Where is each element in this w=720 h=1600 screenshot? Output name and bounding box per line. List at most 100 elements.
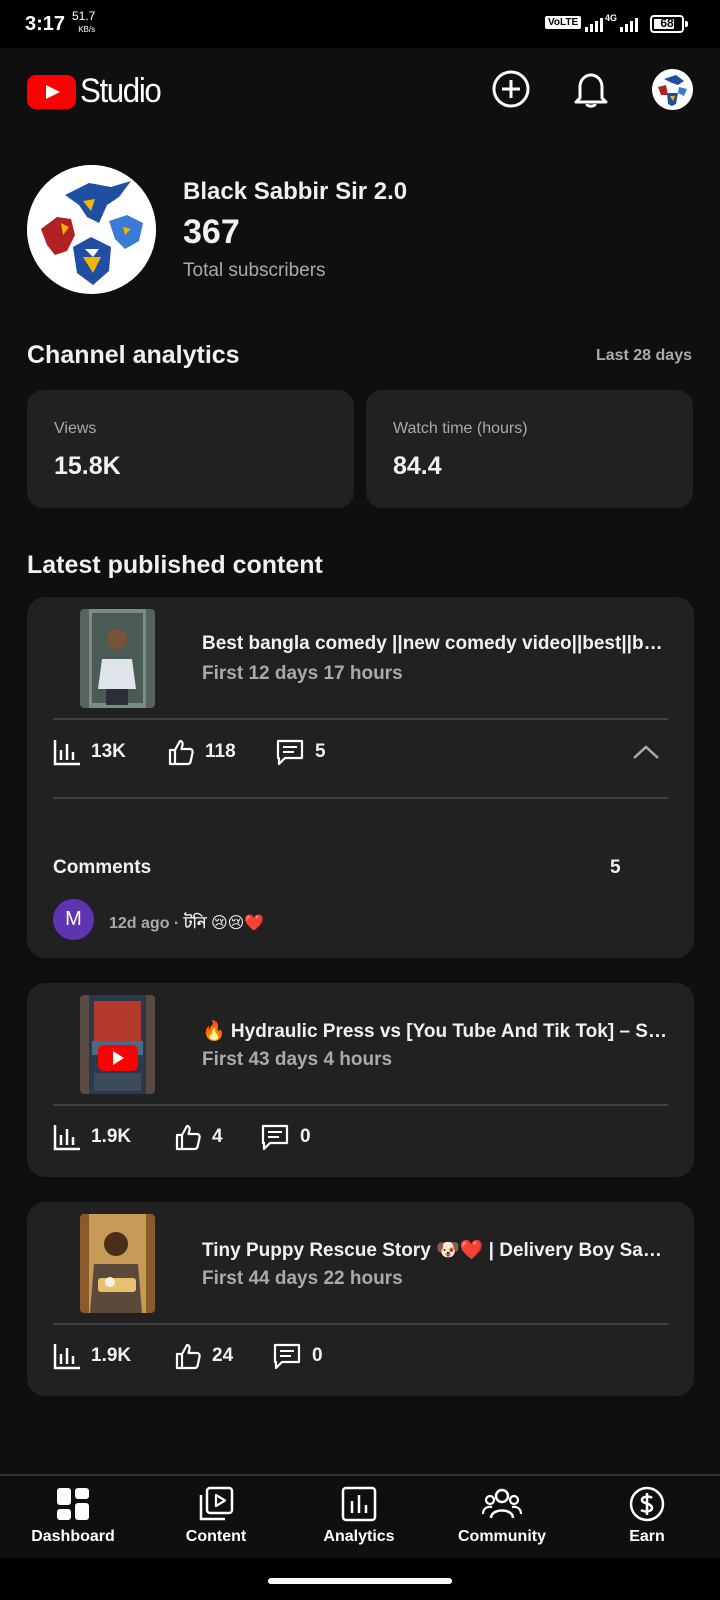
network-speed: 51.7 KB/s bbox=[72, 10, 95, 36]
subscriber-label: Total subscribers bbox=[183, 260, 326, 281]
comments-metric: 5 bbox=[275, 738, 326, 766]
volte-badge: VoLTE bbox=[545, 16, 582, 29]
network-speed-unit: KB/s bbox=[78, 25, 96, 34]
divider bbox=[53, 797, 668, 799]
video-thumbnail[interactable] bbox=[80, 995, 155, 1094]
nav-label: Earn bbox=[629, 1528, 665, 1545]
likes-count: 24 bbox=[212, 1345, 234, 1366]
content-icon bbox=[199, 1486, 234, 1521]
comments-metric: 0 bbox=[272, 1342, 323, 1370]
battery-level: 68 bbox=[660, 16, 674, 30]
video-stats-window: First 12 days 17 hours bbox=[202, 663, 403, 684]
video-stats-window: First 44 days 22 hours bbox=[202, 1268, 403, 1289]
chevron-up-icon bbox=[633, 745, 659, 759]
nav-label: Dashboard bbox=[31, 1528, 115, 1545]
add-circle-icon bbox=[492, 70, 530, 108]
youtube-play-icon bbox=[27, 74, 76, 109]
video-title[interactable]: Tiny Puppy Rescue Story 🐶❤️ | Delivery B… bbox=[202, 1238, 672, 1262]
thumbs-up-icon bbox=[175, 1343, 201, 1370]
views-metric: 1.9K bbox=[53, 1342, 131, 1370]
app-header: Studio bbox=[0, 48, 720, 132]
nav-label: Content bbox=[185, 1528, 247, 1545]
comment-text: টনি 😢😢❤️ bbox=[183, 915, 265, 932]
views-card[interactable]: Views 15.8K bbox=[27, 390, 354, 508]
channel-name: Black Sabbir Sir 2.0 bbox=[183, 178, 408, 205]
create-button[interactable] bbox=[490, 68, 532, 110]
analytics-period: Last 28 days bbox=[595, 347, 692, 364]
comment-icon bbox=[261, 1124, 289, 1151]
video-card[interactable]: Tiny Puppy Rescue Story 🐶❤️ | Delivery B… bbox=[27, 1202, 694, 1396]
video-title[interactable]: Best bangla comedy ||new comedy video||b… bbox=[202, 633, 672, 655]
views-label: Views bbox=[54, 420, 97, 437]
likes-count: 118 bbox=[205, 741, 236, 762]
nav-label: Community bbox=[458, 1528, 546, 1545]
network-speed-value: 51.7 bbox=[72, 9, 96, 23]
video-title[interactable]: 🔥 Hydraulic Press vs [You Tube And Tik T… bbox=[202, 1019, 672, 1043]
status-bar: 3:17 51.7 KB/s VoLTE 4G 68 bbox=[0, 0, 720, 48]
nav-label: Analytics bbox=[323, 1528, 395, 1545]
analytics-icon bbox=[341, 1486, 377, 1522]
views-count: 1.9K bbox=[91, 1126, 132, 1147]
signal-icon-2 bbox=[620, 16, 638, 32]
studio-logo: Studio bbox=[27, 72, 167, 111]
latest-content-title: Latest published content bbox=[27, 551, 323, 579]
views-value: 15.8K bbox=[54, 452, 121, 480]
divider bbox=[53, 718, 668, 720]
comments-total: 5 bbox=[610, 857, 621, 878]
comments-metric: 0 bbox=[260, 1123, 311, 1151]
bottom-navigation: Dashboard Content Analytics Community Ea… bbox=[0, 1474, 720, 1558]
comment-meta: 12d ago · bbox=[109, 915, 184, 932]
video-card[interactable]: 🔥 Hydraulic Press vs [You Tube And Tik T… bbox=[27, 983, 694, 1177]
top-comment[interactable]: 12d ago · টনি 😢😢❤️ bbox=[109, 910, 264, 937]
likes-metric: 118 bbox=[167, 738, 236, 766]
home-indicator[interactable] bbox=[268, 1578, 452, 1584]
thumbs-up-icon bbox=[175, 1124, 201, 1151]
bar-chart-icon bbox=[53, 1344, 80, 1370]
video-stats-window: First 43 days 4 hours bbox=[202, 1049, 393, 1070]
channel-avatar[interactable] bbox=[27, 165, 156, 294]
comments-heading: Comments bbox=[53, 857, 152, 878]
network-type: 4G bbox=[605, 13, 618, 23]
likes-metric: 4 bbox=[174, 1123, 223, 1151]
bar-chart-icon bbox=[53, 740, 80, 766]
signal-icon bbox=[585, 16, 603, 32]
account-avatar[interactable] bbox=[652, 69, 693, 110]
video-thumbnail[interactable] bbox=[80, 1214, 155, 1313]
notifications-button[interactable] bbox=[570, 68, 612, 110]
comments-count: 0 bbox=[312, 1345, 323, 1366]
video-card[interactable]: Best bangla comedy ||new comedy video||b… bbox=[27, 597, 694, 958]
comments-count: 0 bbox=[300, 1126, 311, 1147]
watch-time-card[interactable]: Watch time (hours) 84.4 bbox=[366, 390, 693, 508]
analytics-title: Channel analytics bbox=[27, 341, 240, 369]
community-icon bbox=[482, 1488, 522, 1519]
status-time: 3:17 bbox=[25, 13, 66, 35]
nav-analytics[interactable]: Analytics bbox=[294, 1486, 424, 1546]
thumbs-up-icon bbox=[168, 739, 194, 766]
nav-earn[interactable]: Earn bbox=[582, 1486, 712, 1546]
bell-icon bbox=[574, 73, 608, 108]
nav-content[interactable]: Content bbox=[151, 1486, 281, 1546]
dashboard-icon bbox=[57, 1488, 89, 1520]
views-metric: 13K bbox=[53, 738, 126, 766]
collapse-button[interactable] bbox=[632, 743, 660, 766]
earn-icon bbox=[629, 1486, 665, 1522]
battery-icon: 68 bbox=[650, 15, 684, 33]
commenter-avatar[interactable]: M bbox=[53, 899, 94, 940]
subscriber-count: 367 bbox=[183, 213, 240, 251]
video-thumbnail[interactable] bbox=[80, 609, 155, 708]
comment-icon bbox=[273, 1343, 301, 1370]
likes-metric: 24 bbox=[174, 1342, 233, 1370]
bar-chart-icon bbox=[53, 1125, 80, 1151]
logo-text: Studio bbox=[80, 72, 162, 110]
comments-count: 5 bbox=[315, 741, 326, 762]
views-count: 1.9K bbox=[91, 1345, 132, 1366]
nav-dashboard[interactable]: Dashboard bbox=[8, 1486, 138, 1546]
watch-time-value: 84.4 bbox=[393, 452, 442, 480]
divider bbox=[53, 1323, 668, 1325]
comment-icon bbox=[276, 739, 304, 766]
nav-community[interactable]: Community bbox=[437, 1486, 567, 1546]
likes-count: 4 bbox=[212, 1126, 223, 1147]
divider bbox=[53, 1104, 668, 1106]
views-count: 13K bbox=[91, 741, 126, 762]
views-metric: 1.9K bbox=[53, 1123, 131, 1151]
